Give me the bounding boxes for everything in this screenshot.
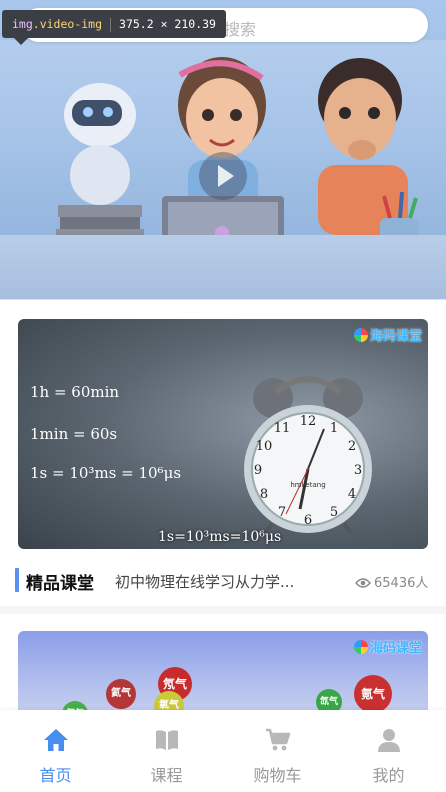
- course-card-image[interactable]: 海码课堂 1h = 60min 1min = 60s 1s = 10³ms = …: [18, 319, 428, 549]
- tab-label: 我的: [372, 766, 405, 785]
- user-icon: [377, 729, 400, 752]
- gas-ball: 氦气: [106, 679, 136, 709]
- course-title: 精品课堂: [26, 574, 94, 594]
- tooltip-tag: img: [12, 17, 33, 31]
- formula-line: 1s = 10³ms = 10⁶μs: [30, 464, 182, 482]
- tab-courses[interactable]: 课程: [111, 710, 222, 792]
- tab-profile[interactable]: 我的: [333, 710, 444, 792]
- tooltip-class: .video-img: [32, 17, 103, 31]
- hero-video-image[interactable]: 搜索 img.video-img 375.2 × 210.39: [0, 0, 446, 300]
- brand-watermark: 海码课堂: [353, 325, 422, 344]
- tab-home[interactable]: 首页: [0, 710, 111, 792]
- gas-ball: 氪气: [354, 675, 392, 713]
- brand-watermark: 海码课堂: [353, 637, 422, 656]
- svg-text:1: 1: [330, 421, 338, 436]
- element-inspector-tooltip: img.video-img 375.2 × 210.39: [2, 10, 226, 45]
- svg-text:4: 4: [348, 487, 356, 502]
- svg-text:3: 3: [354, 463, 362, 478]
- svg-text:hmketang: hmketang: [290, 481, 325, 489]
- svg-text:8: 8: [260, 487, 268, 502]
- svg-text:7: 7: [278, 505, 286, 520]
- title-accent-bar: [15, 568, 19, 592]
- brand-logo-icon: [353, 640, 368, 654]
- svg-text:9: 9: [254, 463, 262, 478]
- svg-text:10: 10: [256, 439, 273, 454]
- hero-divider: [0, 299, 446, 300]
- hero-desk: [0, 235, 446, 300]
- tab-label: 购物车: [253, 766, 302, 785]
- search-placeholder[interactable]: 搜索: [224, 16, 256, 40]
- brand-logo-icon: [353, 328, 368, 342]
- formula-line: 1min = 60s: [30, 425, 118, 443]
- tab-cart[interactable]: 购物车: [222, 710, 333, 792]
- cart-icon: [265, 728, 290, 751]
- view-count: 65436人: [355, 572, 428, 591]
- formula-line: 1h = 60min: [30, 383, 120, 401]
- svg-text:12: 12: [300, 414, 317, 429]
- eye-icon: [355, 578, 371, 588]
- section-separator: [0, 606, 446, 614]
- view-count-value: 65436人: [374, 576, 429, 591]
- book-icon: [155, 730, 178, 750]
- play-icon[interactable]: [199, 152, 247, 200]
- svg-text:5: 5: [330, 505, 338, 520]
- tab-label: 课程: [150, 766, 183, 785]
- course-description: 初中物理在线学习从力学...: [115, 573, 295, 591]
- bottom-tab-bar: 首页 课程 购物车 我的: [0, 710, 446, 792]
- home-icon: [43, 729, 68, 751]
- tab-label: 首页: [39, 766, 72, 785]
- svg-text:11: 11: [274, 421, 291, 436]
- video-caption: 1s=10³ms=10⁶μs: [158, 529, 282, 545]
- course-info-row[interactable]: 精品课堂 初中物理在线学习从力学... 65436人: [15, 568, 435, 594]
- tooltip-size: 375.2 × 210.39: [119, 17, 216, 31]
- svg-text:6: 6: [304, 513, 312, 528]
- alarm-clock-icon: 12 12 3 45 6 78 9 1011 hmketang: [244, 376, 372, 534]
- svg-text:2: 2: [348, 439, 356, 454]
